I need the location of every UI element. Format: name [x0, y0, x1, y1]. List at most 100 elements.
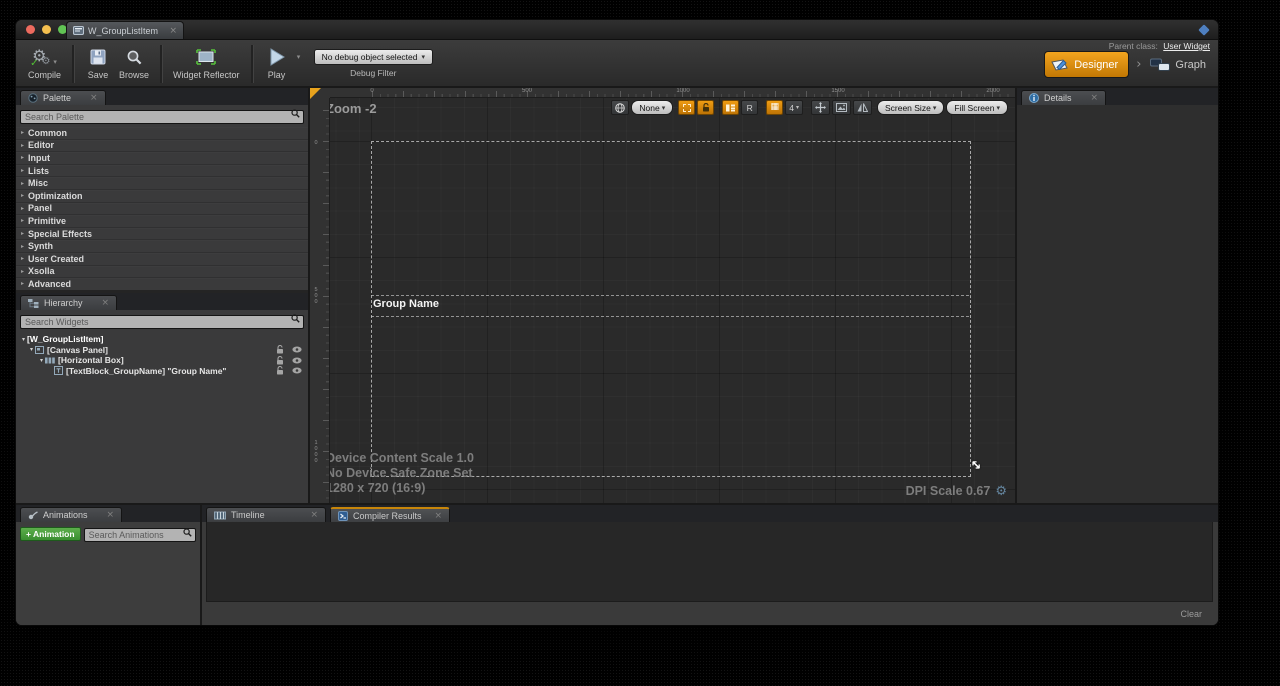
- window-minimize-button[interactable]: [42, 25, 51, 34]
- expand-arrow-icon[interactable]: ▸: [21, 243, 24, 250]
- designer-canvas[interactable]: 0 500 1000 1500 2000 0 500 1000 Zoom -2: [310, 88, 1015, 503]
- tab-close-icon[interactable]: ×: [169, 26, 177, 36]
- collapse-arrow-icon[interactable]: ▾: [40, 357, 43, 364]
- expand-arrow-icon[interactable]: ▸: [21, 154, 24, 161]
- close-icon[interactable]: ×: [310, 510, 318, 520]
- expand-arrow-icon[interactable]: ▸: [21, 230, 24, 237]
- tab-hierarchy[interactable]: Hierarchy ×: [20, 295, 117, 310]
- graph-mode-button[interactable]: Graph: [1148, 56, 1208, 74]
- debug-object-dropdown[interactable]: No debug object selected ▾: [314, 49, 433, 65]
- visibility-eye-icon[interactable]: [292, 346, 302, 353]
- palette-category-panel[interactable]: ▸Panel: [16, 203, 308, 216]
- tab-timeline[interactable]: Timeline ×: [206, 507, 326, 522]
- palette-header: Palette ×: [16, 88, 308, 105]
- fill-screen-dropdown[interactable]: Fill Screen ▾: [946, 100, 1008, 115]
- grid-size-button[interactable]: 4 ▾: [785, 100, 803, 115]
- transform-mode-button[interactable]: [811, 100, 830, 115]
- lock-open-icon[interactable]: [276, 345, 284, 354]
- expand-arrow-icon[interactable]: ▸: [21, 167, 24, 174]
- palette-search-input[interactable]: [20, 110, 304, 124]
- expand-arrow-icon[interactable]: ▸: [21, 129, 24, 136]
- lock-open-icon[interactable]: [276, 356, 284, 365]
- bottom-area: Animations × + Animation: [16, 503, 1218, 625]
- play-button[interactable]: Play: [260, 45, 294, 80]
- preview-background-button[interactable]: [832, 100, 851, 115]
- palette-category-misc[interactable]: ▸Misc: [16, 177, 308, 190]
- hierarchy-panel: Hierarchy × ▾ [W_GroupListItem]: [16, 293, 308, 503]
- clear-button[interactable]: Clear: [1174, 607, 1208, 621]
- hierarchy-search-input[interactable]: [20, 315, 304, 329]
- show-outlines-button[interactable]: [678, 100, 695, 115]
- close-icon[interactable]: ×: [434, 511, 442, 521]
- add-animation-button[interactable]: + Animation: [20, 527, 81, 541]
- tree-item-root[interactable]: ▾ [W_GroupListItem]: [16, 334, 308, 345]
- localization-language-dropdown[interactable]: None ▾: [631, 100, 673, 115]
- close-icon[interactable]: ×: [107, 510, 115, 520]
- tree-item-canvas-panel[interactable]: ▾ [Canvas Panel]: [16, 345, 308, 356]
- mirror-preview-button[interactable]: [853, 100, 872, 115]
- window-menu-icon[interactable]: [1198, 24, 1209, 35]
- expand-arrow-icon[interactable]: ▸: [21, 180, 24, 187]
- expand-arrow-icon[interactable]: ▸: [21, 205, 24, 212]
- grid-snap-button[interactable]: ▦: [766, 100, 783, 115]
- close-icon[interactable]: ×: [1091, 93, 1099, 103]
- palette-category-special-effects[interactable]: ▸Special Effects: [16, 228, 308, 241]
- lock-open-icon[interactable]: [276, 366, 284, 375]
- group-name-text-widget[interactable]: Group Name: [373, 298, 439, 310]
- animations-list[interactable]: [16, 546, 200, 625]
- search-icon: [291, 314, 300, 323]
- asset-tab[interactable]: W_GroupListItem ×: [66, 21, 184, 39]
- expand-arrow-icon[interactable]: ▸: [21, 192, 24, 199]
- palette-category-common[interactable]: ▸Common: [16, 127, 308, 140]
- dpi-settings-gear-icon[interactable]: ⚙: [995, 485, 1007, 498]
- palette-category-user-created[interactable]: ▸User Created: [16, 253, 308, 266]
- palette-category-synth[interactable]: ▸Synth: [16, 240, 308, 253]
- palette-category-optimization[interactable]: ▸Optimization: [16, 190, 308, 203]
- expand-arrow-icon[interactable]: ▸: [21, 280, 24, 287]
- palette-category-input[interactable]: ▸Input: [16, 152, 308, 165]
- close-icon[interactable]: ×: [102, 298, 110, 308]
- tab-palette[interactable]: Palette ×: [20, 90, 106, 105]
- respect-locks-button[interactable]: R: [741, 100, 758, 115]
- horizontal-box-outline[interactable]: [371, 295, 969, 317]
- parent-class-link[interactable]: User Widget: [1163, 41, 1210, 51]
- tab-details[interactable]: Details ×: [1021, 90, 1106, 105]
- save-button[interactable]: Save: [81, 45, 115, 80]
- localization-borders-button[interactable]: [722, 100, 739, 115]
- localization-preview-button[interactable]: [611, 100, 629, 115]
- palette-category-xsolla[interactable]: ▸Xsolla: [16, 266, 308, 279]
- hierarchy-search-row: [16, 310, 308, 332]
- tree-item-horizontal-box[interactable]: ▾ [Horizontal Box]: [16, 355, 308, 366]
- tree-item-textblock[interactable]: [TextBlock_GroupName] "Group Name": [16, 366, 308, 377]
- animations-search-input[interactable]: [84, 528, 196, 542]
- play-options-button[interactable]: ▾: [294, 45, 304, 69]
- expand-arrow-icon[interactable]: ▸: [21, 268, 24, 275]
- window-close-button[interactable]: [26, 25, 35, 34]
- compile-caret-icon[interactable]: ▾: [53, 58, 57, 66]
- browse-button[interactable]: Browse: [115, 45, 153, 80]
- palette-category-primitive[interactable]: ▸Primitive: [16, 215, 308, 228]
- compiler-log-area[interactable]: [206, 522, 1213, 602]
- expand-arrow-icon[interactable]: ▸: [21, 255, 24, 262]
- debug-filter-label: Debug Filter: [350, 68, 396, 78]
- collapse-arrow-icon[interactable]: ▾: [30, 346, 33, 353]
- tab-animations[interactable]: Animations ×: [20, 507, 122, 522]
- tab-compiler-results[interactable]: Compiler Results ×: [330, 507, 450, 522]
- expand-arrow-icon[interactable]: ▸: [21, 217, 24, 224]
- expand-arrow-icon[interactable]: ▸: [21, 142, 24, 149]
- designer-mode-button[interactable]: Designer: [1044, 51, 1129, 78]
- palette-category-lists[interactable]: ▸Lists: [16, 165, 308, 178]
- palette-category-list: ▸Common ▸Editor ▸Input ▸Lists ▸Misc ▸Opt…: [16, 127, 308, 291]
- widget-reflector-button[interactable]: Widget Reflector: [169, 45, 244, 80]
- compile-button[interactable]: ⚙ ⚙ ✓ ▾ Compile: [24, 45, 65, 80]
- visibility-eye-icon[interactable]: [292, 357, 302, 364]
- palette-category-advanced[interactable]: ▸Advanced: [16, 278, 308, 291]
- text-block-icon: [54, 366, 63, 375]
- visibility-eye-icon[interactable]: [292, 367, 302, 374]
- close-icon[interactable]: ×: [90, 93, 98, 103]
- screen-size-dropdown[interactable]: Screen Size ▾: [877, 100, 944, 115]
- lock-widgets-button[interactable]: [697, 100, 714, 115]
- compiler-results-icon: [338, 511, 348, 521]
- collapse-arrow-icon[interactable]: ▾: [22, 336, 25, 343]
- palette-category-editor[interactable]: ▸Editor: [16, 140, 308, 153]
